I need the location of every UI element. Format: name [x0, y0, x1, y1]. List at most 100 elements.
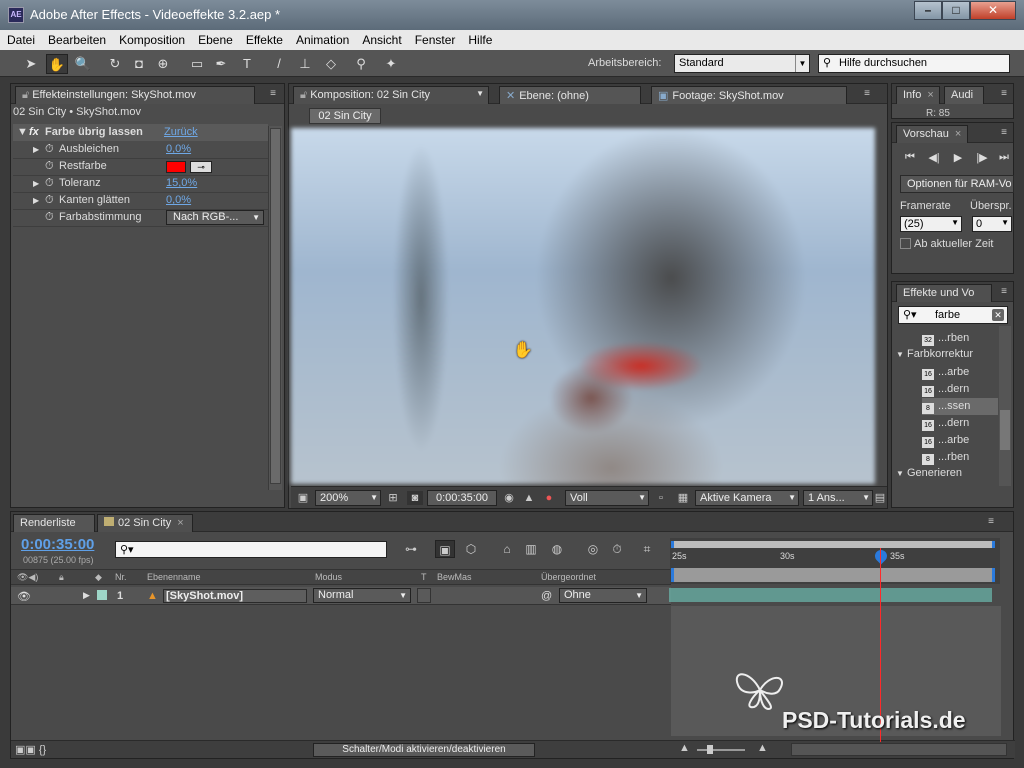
layer-name-header[interactable]: Ebenenname	[147, 572, 201, 582]
collapse-triangle-icon[interactable]: ▼	[17, 126, 28, 138]
effect-list-item[interactable]: 16 ...dern	[922, 381, 998, 398]
effect-list-item[interactable]: 16 ...dern	[922, 415, 998, 432]
stopwatch-icon[interactable]: ⏱	[45, 211, 54, 224]
stopwatch-icon[interactable]: ⏱	[45, 194, 54, 207]
parent-select[interactable]: Ohne ▼	[559, 588, 647, 603]
collapse-triangle-icon[interactable]: ▼	[896, 350, 904, 359]
pan-behind-tool-icon[interactable]: ⊕	[152, 54, 174, 74]
ram-preview-options-button[interactable]: Optionen für RAM-Vo	[900, 175, 1014, 193]
color-channels-icon[interactable]: ●	[541, 491, 557, 505]
expand-triangle-icon[interactable]: ▶︎	[33, 179, 39, 188]
frame-blending-icon[interactable]: ▥	[521, 540, 541, 558]
lock-icon[interactable]: 🔓︎	[300, 89, 307, 101]
camera-select[interactable]: Aktive Kamera ▼	[695, 490, 799, 506]
effect-list-item[interactable]: 16 ...arbe	[922, 432, 998, 449]
effect-property-row[interactable]: ⏱ Restfarbe ⊸	[13, 158, 268, 175]
next-frame-icon[interactable]: |▶︎	[974, 151, 990, 165]
pen-tool-icon[interactable]: ✒	[210, 54, 232, 74]
checkbox-box[interactable]	[900, 238, 911, 249]
effects-scrollbar[interactable]	[999, 326, 1011, 486]
close-button[interactable]: ✕	[970, 1, 1016, 20]
scrollbar-thumb[interactable]	[270, 128, 281, 484]
tab-render-queue[interactable]: Renderliste	[13, 514, 95, 532]
reset-link[interactable]: Zurück	[164, 126, 198, 138]
previous-frame-icon[interactable]: ◀︎|	[926, 151, 942, 165]
timeline-layer-row[interactable]: 👁︎ ▶︎ 1 ▲ [SkyShot.mov] Normal ▼ @ Ohne ▼	[11, 587, 671, 605]
panel-menu-icon[interactable]: ≡	[859, 88, 875, 100]
transparency-grid-icon[interactable]: ▦	[675, 491, 691, 505]
zoom-slider-thumb[interactable]	[707, 745, 713, 754]
zoom-out-icon[interactable]: ▲	[679, 742, 690, 754]
toggle-switches-modes-button[interactable]: Schalter/Modi aktivieren/deaktivieren	[313, 743, 535, 757]
menu-item-fenster[interactable]: Fenster	[408, 30, 462, 47]
comp-icon[interactable]: ▣▣ {}	[15, 743, 46, 756]
effect-property-value[interactable]: 15,0%	[166, 177, 197, 189]
zoom-tool-icon[interactable]: 🔍	[72, 54, 94, 74]
layer-label-color[interactable]	[97, 590, 107, 600]
resolution-select[interactable]: Voll ▼	[565, 490, 649, 506]
tab-footage[interactable]: ▣ Footage: SkyShot.mov	[651, 86, 847, 104]
scrollbar-thumb[interactable]	[1000, 410, 1010, 450]
rectangle-tool-icon[interactable]: ▭	[186, 54, 208, 74]
snapshot-icon[interactable]: ◉	[501, 491, 517, 505]
timeline-horizontal-scrollbar[interactable]	[791, 743, 1007, 756]
roto-brush-tool-icon[interactable]: ⚲	[350, 54, 372, 74]
comp-mini-flowchart-icon[interactable]: ⊶	[401, 540, 421, 558]
draft-3d-icon[interactable]: ⬡	[461, 540, 481, 558]
stopwatch-icon[interactable]: ⏱	[45, 177, 54, 190]
work-area-bar[interactable]	[671, 541, 995, 548]
show-snapshot-icon[interactable]: ▲	[521, 491, 537, 505]
live-update-icon[interactable]: ▣	[435, 540, 455, 558]
selection-tool-icon[interactable]: ➤	[20, 54, 42, 74]
effects-search-input[interactable]: ⚲▾ farbe ✕	[898, 306, 1008, 324]
tab-timeline-comp[interactable]: 02 Sin City ×	[97, 514, 193, 532]
expand-triangle-icon[interactable]: ▶︎	[33, 196, 39, 205]
minimize-button[interactable]: –	[914, 1, 942, 20]
menu-item-animation[interactable]: Animation	[289, 30, 355, 47]
timeline-zoom-slider[interactable]	[697, 749, 745, 751]
panel-menu-icon[interactable]: ≡	[996, 127, 1012, 139]
clone-stamp-tool-icon[interactable]: ⊥	[294, 54, 316, 74]
expand-triangle-icon[interactable]: ▶︎	[83, 590, 90, 601]
stopwatch-icon[interactable]: ⏱	[45, 143, 54, 156]
first-frame-icon[interactable]: ⏮	[902, 151, 918, 165]
panel-menu-icon[interactable]: ≡	[983, 516, 999, 528]
region-of-interest-icon[interactable]: ▫	[653, 491, 669, 505]
menu-item-ebene[interactable]: Ebene	[191, 30, 239, 47]
effect-controls-scrollbar[interactable]	[268, 126, 282, 490]
effect-list-item[interactable]: 8 ...rben	[922, 449, 998, 466]
clear-search-icon[interactable]: ✕	[992, 309, 1004, 321]
effect-property-row[interactable]: ⏱ Farbabstimmung Nach RGB-... ▼	[13, 209, 268, 226]
menu-item-komposition[interactable]: Komposition	[112, 30, 191, 47]
effect-header-row[interactable]: ▼ fx Farbe übrig lassen Zurück	[13, 124, 268, 141]
stopwatch-icon[interactable]: ⏱	[45, 160, 54, 173]
effect-property-row[interactable]: ▶︎ ⏱ Ausbleichen 0,0%	[13, 141, 268, 158]
tab-audio[interactable]: Audi	[944, 86, 984, 104]
timeline-current-time[interactable]: 0:00:35:00	[21, 536, 94, 553]
effects-category[interactable]: ▼ Farbkorrektur	[896, 348, 996, 360]
expand-triangle-icon[interactable]: ▶︎	[33, 145, 39, 154]
composition-viewer[interactable]	[291, 128, 875, 484]
zoom-in-icon[interactable]: ▲	[757, 742, 768, 754]
layer-duration-bar[interactable]	[669, 588, 992, 602]
brush-tool-icon[interactable]: /	[268, 54, 290, 74]
eraser-tool-icon[interactable]: ◇	[320, 54, 342, 74]
lock-icon[interactable]: 🔓︎	[22, 89, 29, 101]
close-icon[interactable]: ×	[927, 89, 933, 101]
effect-property-value[interactable]: 0,0%	[166, 194, 191, 206]
close-icon[interactable]: ✕	[506, 90, 515, 102]
brainstorm-icon[interactable]: ◎	[583, 540, 603, 558]
effect-list-item[interactable]: 8 ...ssen	[922, 398, 998, 415]
last-frame-icon[interactable]: ⏭	[996, 151, 1012, 165]
composition-breadcrumb[interactable]: 02 Sin City	[309, 108, 381, 124]
effect-property-row[interactable]: ▶︎ ⏱ Toleranz 15,0%	[13, 175, 268, 192]
effects-category[interactable]: ▼ Generieren	[896, 467, 996, 479]
menu-item-ansicht[interactable]: Ansicht	[355, 30, 407, 47]
tab-effects-presets[interactable]: Effekte und Vo	[896, 284, 992, 302]
current-time-indicator[interactable]	[872, 547, 890, 565]
tab-effect-controls[interactable]: 🔓︎ Effekteinstellungen: SkyShot.mov	[15, 86, 255, 104]
pick-whip-icon[interactable]: @	[541, 590, 552, 602]
timeline-search-input[interactable]: ⚲▾	[115, 541, 387, 558]
eye-icon[interactable]: 👁︎	[17, 590, 31, 603]
panel-menu-icon[interactable]: ≡	[996, 88, 1012, 100]
